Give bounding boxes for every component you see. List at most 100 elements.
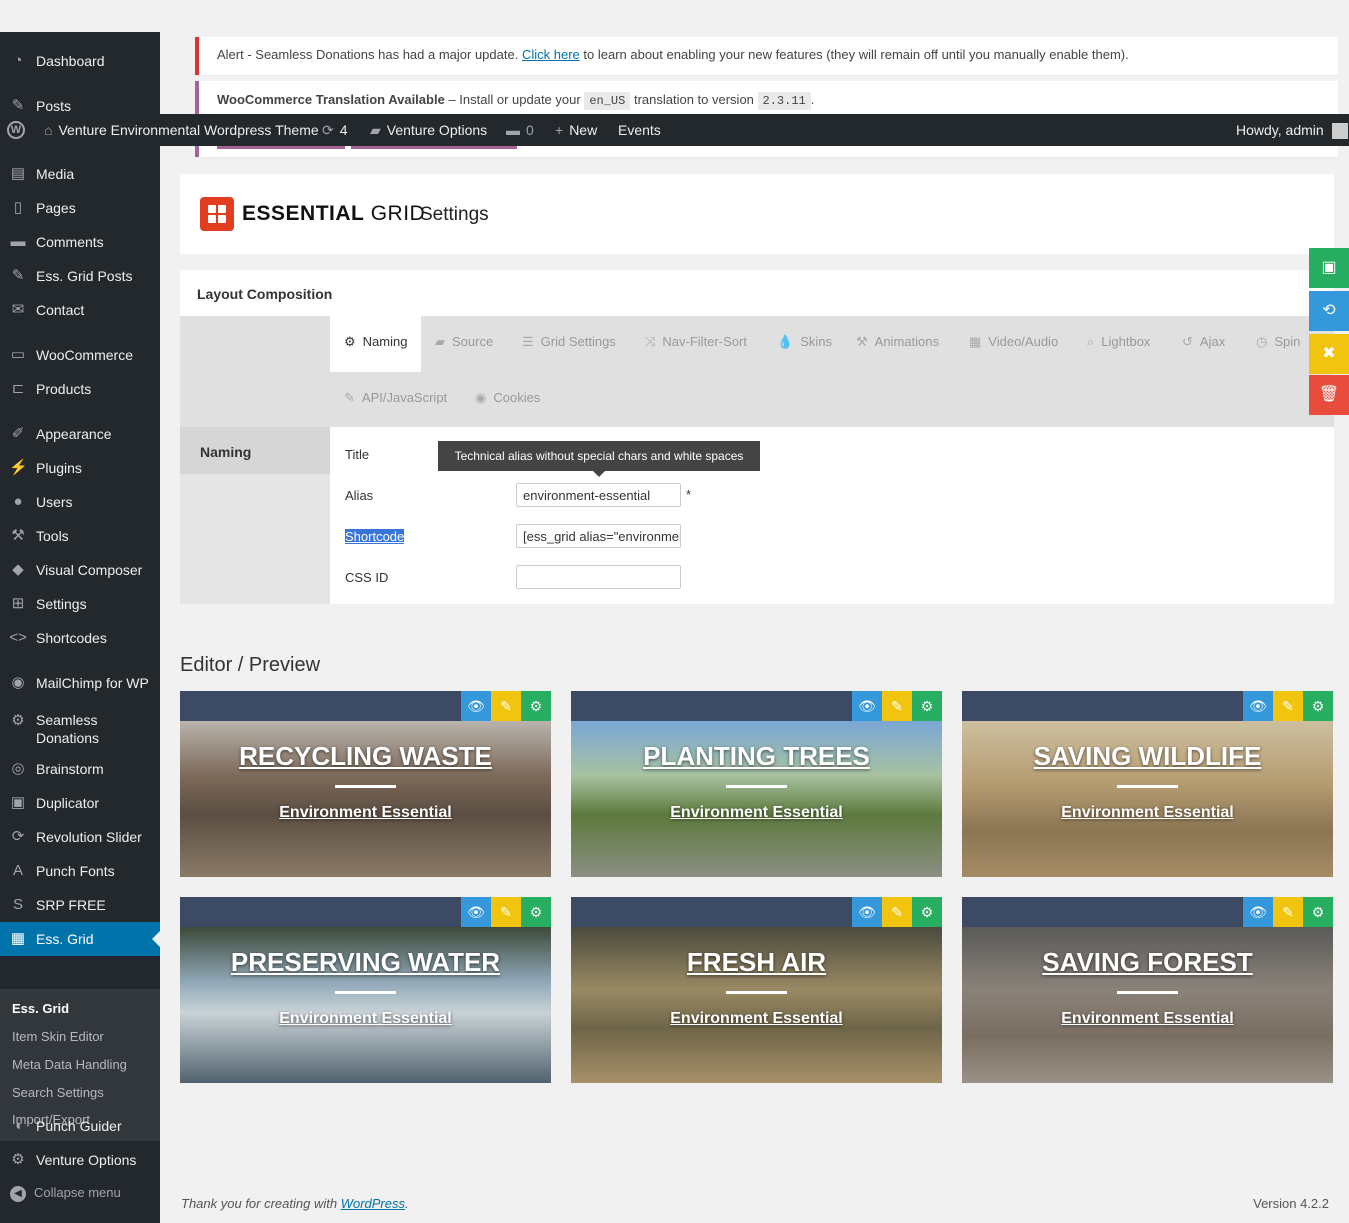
sidebar-item-media[interactable]: ▤ Media — [0, 157, 160, 191]
grid-item-title[interactable]: SAVING FOREST — [962, 947, 1333, 978]
grid-item-title[interactable]: RECYCLING WASTE — [180, 741, 551, 772]
grid-item-subtitle[interactable]: Environment Essential — [180, 1010, 551, 1028]
eye-icon[interactable]: 👁 — [852, 691, 882, 721]
grid-item-subtitle[interactable]: Environment Essential — [180, 804, 551, 822]
tab-skins[interactable]: 💧 Skins — [777, 334, 832, 352]
tab-nav-filter-sort[interactable]: ⤨ Nav-Filter-Sort — [645, 334, 747, 352]
tab-grid-settings[interactable]: ☰ Grid Settings — [522, 334, 616, 352]
gear-icon[interactable]: ⚙ — [912, 691, 942, 721]
close-grid-button[interactable]: ✖ — [1309, 334, 1349, 374]
new-content-link[interactable]: + New — [555, 122, 597, 138]
pencil-icon[interactable]: ✎ — [491, 691, 521, 721]
sidebar-item-label: Punch Fonts — [36, 863, 115, 879]
sidebar-item-appearance[interactable]: ✐ Appearance — [0, 417, 160, 451]
eye-icon[interactable]: 👁 — [461, 691, 491, 721]
eye-icon[interactable]: 👁 — [1243, 691, 1273, 721]
submenu-meta-data-handling[interactable]: Meta Data Handling — [12, 1057, 127, 1072]
grid-item-title[interactable]: SAVING WILDLIFE — [962, 741, 1333, 772]
grid-item-title[interactable]: FRESH AIR — [571, 947, 942, 978]
pencil-icon[interactable]: ✎ — [1273, 897, 1303, 927]
grid-item-preserving-water[interactable]: 👁 ✎ ⚙ PRESERVING WATER Environment Essential — [180, 897, 551, 1083]
sidebar-item-shortcodes[interactable]: <> Shortcodes — [0, 621, 160, 655]
click-here-link[interactable]: Click here — [522, 47, 580, 62]
sidebar-item-brainstorm[interactable]: ◎ Brainstorm — [0, 752, 160, 786]
pencil-icon[interactable]: ✎ — [882, 691, 912, 721]
sidebar-item-mailchimp-for-wp[interactable]: ◉ MailChimp for WP — [0, 666, 160, 700]
collapse-menu-button[interactable]: ◀ Collapse menu — [10, 1185, 121, 1202]
tab-video-audio[interactable]: ▦ Video/Audio — [969, 334, 1058, 352]
sidebar-item-pages[interactable]: ▯ Pages — [0, 191, 160, 225]
alias-label: Alias — [345, 488, 374, 503]
sidebar-item-ess-grid-posts[interactable]: ✎ Ess. Grid Posts — [0, 259, 160, 293]
grid-item-recycling-waste[interactable]: 👁 ✎ ⚙ RECYCLING WASTE Environment Essential — [180, 691, 551, 877]
grid-item-planting-trees[interactable]: 👁 ✎ ⚙ PLANTING TREES Environment Essential — [571, 691, 942, 877]
sidebar-item-venture-options[interactable]: ⚙ Venture Options — [0, 1143, 160, 1177]
tab-ajax[interactable]: ↺ Ajax — [1182, 334, 1225, 352]
shortcode-input[interactable]: [ess_grid alias="environment-essential"] — [516, 524, 681, 548]
tab-naming[interactable]: ⚙ Naming — [330, 316, 421, 372]
submenu-ess-grid[interactable]: Ess. Grid — [12, 1001, 69, 1016]
grid-item-saving-forest[interactable]: 👁 ✎ ⚙ SAVING FOREST Environment Essential — [962, 897, 1333, 1083]
plus-icon: + — [555, 122, 564, 138]
submenu-search-settings[interactable]: Search Settings — [12, 1085, 104, 1100]
gear-icon[interactable]: ⚙ — [1303, 691, 1333, 721]
sidebar-item-users[interactable]: ● Users — [0, 485, 160, 519]
sidebar-item-srp-free[interactable]: S SRP FREE — [0, 888, 160, 922]
sidebar-item-punch-guider[interactable]: ◖ Punch Guider — [0, 1109, 160, 1143]
gear-icon[interactable]: ⚙ — [1303, 897, 1333, 927]
tab-lightbox[interactable]: ⌕ Lightbox — [1087, 334, 1150, 352]
eye-icon[interactable]: 👁 — [852, 897, 882, 927]
gear-icon[interactable]: ⚙ — [521, 897, 551, 927]
sidebar-item-label: Venture Options — [36, 1152, 137, 1168]
site-name-link[interactable]: ⌂ Venture Environmental Wordpress Theme — [44, 122, 319, 138]
wordpress-logo-icon[interactable]: W — [7, 121, 25, 139]
sidebar-item-revolution-slider[interactable]: ⟳ Revolution Slider — [0, 820, 160, 854]
sidebar-item-duplicator[interactable]: ▣ Duplicator — [0, 786, 160, 820]
sidebar-item-products[interactable]: ⊏ Products — [0, 372, 160, 406]
grid-item-subtitle[interactable]: Environment Essential — [571, 1010, 942, 1028]
sidebar-item-ess-grid[interactable]: ▦ Ess. Grid — [0, 922, 160, 956]
css-id-input[interactable] — [516, 565, 681, 589]
tab-spin[interactable]: ◷ Spin — [1256, 334, 1300, 352]
eye-icon[interactable]: 👁 — [461, 897, 491, 927]
sidebar-item-settings[interactable]: ⊞ Settings — [0, 587, 160, 621]
eye-icon[interactable]: 👁 — [1243, 897, 1273, 927]
shuffle-icon: ⤨ — [645, 334, 656, 349]
sidebar-item-seamless-donations[interactable]: ⚙ Seamless Donations — [0, 704, 160, 748]
sidebar-item-punch-fonts[interactable]: A Punch Fonts — [0, 854, 160, 888]
alias-input[interactable]: environment-essential — [516, 483, 681, 507]
sidebar-item-comments[interactable]: ▬ Comments — [0, 225, 160, 259]
pencil-icon[interactable]: ✎ — [491, 897, 521, 927]
events-link[interactable]: Events — [618, 122, 661, 138]
sidebar-item-contact[interactable]: ✉ Contact — [0, 293, 160, 327]
pencil-icon[interactable]: ✎ — [882, 897, 912, 927]
save-grid-button[interactable]: ▣ — [1309, 248, 1349, 288]
venture-options-link[interactable]: ▰ Venture Options — [370, 122, 487, 138]
tab-animations[interactable]: ⚒ Animations — [856, 334, 939, 352]
submenu-item-skin-editor[interactable]: Item Skin Editor — [12, 1029, 104, 1044]
gear-icon[interactable]: ⚙ — [521, 691, 551, 721]
comments-link[interactable]: ▬ 0 — [506, 122, 534, 138]
pencil-icon[interactable]: ✎ — [1273, 691, 1303, 721]
grid-item-subtitle[interactable]: Environment Essential — [571, 804, 942, 822]
tab-api-javascript[interactable]: ✎ API/JavaScript — [344, 390, 447, 408]
tab-cookies[interactable]: ◉ Cookies — [475, 390, 540, 408]
grid-item-saving-wildlife[interactable]: 👁 ✎ ⚙ SAVING WILDLIFE Environment Essential — [962, 691, 1333, 877]
grid-item-title[interactable]: PLANTING TREES — [571, 741, 942, 772]
delete-grid-button[interactable]: 🗑 — [1309, 375, 1349, 415]
gear-icon[interactable]: ⚙ — [912, 897, 942, 927]
sidebar-item-woocommerce[interactable]: ▭ WooCommerce — [0, 338, 160, 372]
refresh-grid-button[interactable]: ⟲ — [1309, 291, 1349, 331]
sidebar-item-plugins[interactable]: ⚡ Plugins — [0, 451, 160, 485]
grid-item-subtitle[interactable]: Environment Essential — [962, 804, 1333, 822]
grid-item-subtitle[interactable]: Environment Essential — [962, 1010, 1333, 1028]
wordpress-link[interactable]: WordPress — [341, 1196, 405, 1211]
my-account-link[interactable]: Howdy, admin — [1236, 122, 1348, 140]
tab-source[interactable]: ▰ Source — [435, 334, 493, 352]
updates-link[interactable]: ⟳ 4 — [322, 122, 348, 138]
sidebar-item-dashboard[interactable]: ◔ Dashboard — [0, 44, 160, 78]
sidebar-item-visual-composer[interactable]: ◆ Visual Composer — [0, 553, 160, 587]
sidebar-item-tools[interactable]: ⚒ Tools — [0, 519, 160, 553]
grid-item-title[interactable]: PRESERVING WATER — [180, 947, 551, 978]
grid-item-fresh-air[interactable]: 👁 ✎ ⚙ FRESH AIR Environment Essential — [571, 897, 942, 1083]
